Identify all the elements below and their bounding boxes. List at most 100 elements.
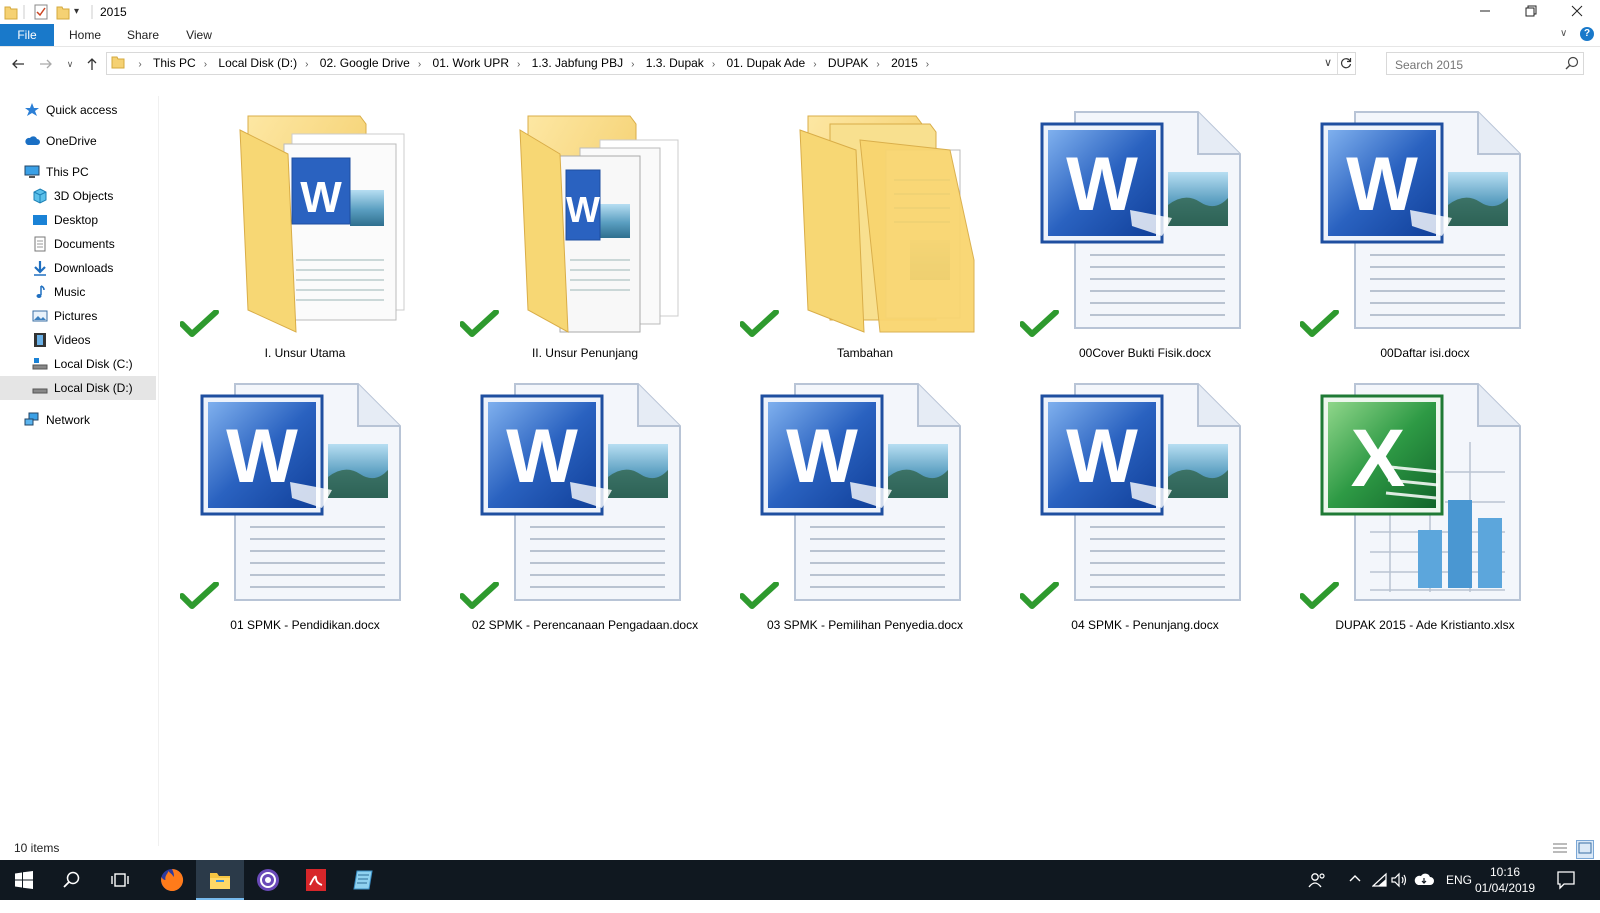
file-item-dupak-2015-xlsx[interactable]: DUPAK 2015 - Ade Kristianto.xlsx (1300, 382, 1550, 644)
sidebar-item-this-pc[interactable]: This PC (0, 160, 156, 184)
search-icon[interactable] (1565, 56, 1579, 73)
input-language[interactable]: ENG (1446, 873, 1472, 913)
file-item-00daftar-isi[interactable]: 00Daftar isi.docx (1300, 110, 1550, 372)
details-view-icon[interactable] (1552, 841, 1568, 858)
file-item-01-spmk-pendidikan[interactable]: 01 SPMK - Pendidikan.docx (180, 382, 430, 644)
minimize-button[interactable] (1462, 0, 1508, 22)
breadcrumb-separator-icon[interactable]: › (303, 54, 310, 75)
sidebar-item-pictures[interactable]: Pictures (0, 304, 156, 328)
breadcrumb: › This PC › Local Disk (D:) › 02. Google D… (107, 53, 931, 74)
breadcrumb-jabfung-pbj[interactable]: 1.3. Jabfung PBJ (526, 53, 629, 74)
breadcrumb-google-drive[interactable]: 02. Google Drive (314, 53, 416, 74)
sidebar-item-local-disk-c[interactable]: Local Disk (C:) (0, 352, 156, 376)
breadcrumb-separator-icon[interactable]: › (710, 54, 717, 75)
search-icon[interactable] (48, 860, 96, 900)
sidebar-item-onedrive[interactable]: OneDrive (0, 129, 156, 153)
sync-check-icon (1020, 310, 1060, 338)
search-input[interactable] (1393, 54, 1557, 75)
firefox-icon[interactable] (148, 860, 196, 900)
taskbar-clock[interactable]: 10:16 01/04/2019 (1470, 864, 1540, 896)
address-bar[interactable]: › This PC › Local Disk (D:) › 02. Google D… (106, 52, 1356, 75)
sidebar-item-quick-access[interactable]: Quick access (0, 98, 156, 122)
tab-view[interactable]: View (174, 24, 224, 46)
sync-check-icon (460, 310, 500, 338)
sidebar-item-music[interactable]: Music (0, 280, 156, 304)
folder-item-unsur-utama[interactable]: W I. Unsur Utama (180, 110, 430, 372)
sidebar-item-documents[interactable]: Documents (0, 232, 156, 256)
word-document-icon (480, 382, 682, 602)
breadcrumb-separator-icon[interactable]: › (629, 54, 636, 75)
breadcrumb-this-pc[interactable]: This PC (147, 53, 202, 74)
breadcrumb-work-upr[interactable]: 01. Work UPR (427, 53, 515, 74)
recent-locations-chevron-icon[interactable]: ∨ (60, 54, 80, 74)
sidebar-item-downloads[interactable]: Downloads (0, 256, 156, 280)
sync-check-icon (180, 310, 220, 338)
back-button[interactable] (8, 54, 28, 74)
customize-toolbar-chevron-icon[interactable]: ▾ (74, 6, 79, 22)
word-document-icon (1320, 110, 1522, 330)
navigation-bar: ∨ › This PC › Local Disk (D:) › 02. Google… (0, 48, 1600, 80)
folder-item-tambahan[interactable]: Tambahan (740, 110, 990, 372)
file-name: DUPAK 2015 - Ade Kristianto.xlsx (1335, 618, 1515, 632)
sidebar-item-local-disk-d[interactable]: Local Disk (D:) (0, 376, 156, 400)
sidebar-item-videos[interactable]: Videos (0, 328, 156, 352)
file-item-03-spmk-pemilihan[interactable]: 03 SPMK - Pemilihan Penyedia.docx (740, 382, 990, 644)
file-explorer-icon[interactable] (196, 860, 244, 900)
breadcrumb-separator-icon[interactable]: › (416, 54, 423, 75)
search-box[interactable] (1386, 52, 1584, 75)
breadcrumb-separator-icon[interactable]: › (924, 54, 931, 75)
folder-icon[interactable] (4, 4, 18, 20)
breadcrumb-local-disk-d[interactable]: Local Disk (D:) (212, 53, 303, 74)
tab-share[interactable]: Share (118, 24, 168, 46)
restore-button[interactable] (1508, 0, 1554, 22)
tab-home[interactable]: Home (60, 24, 110, 46)
svg-text:W: W (566, 189, 600, 230)
wifi-icon[interactable] (1371, 872, 1388, 912)
breadcrumb-dupak-ade[interactable]: 01. Dupak Ade (721, 53, 812, 74)
pdf-reader-icon[interactable] (292, 860, 340, 900)
volume-icon[interactable] (1390, 872, 1408, 912)
tab-file[interactable]: File (0, 24, 54, 46)
close-button[interactable] (1554, 0, 1600, 22)
breadcrumb-separator-icon[interactable]: › (202, 54, 209, 75)
picture-icon (32, 308, 48, 324)
folder-item-unsur-penunjang[interactable]: W II. Unsur Penunjang (460, 110, 710, 372)
document-icon (32, 236, 48, 252)
sidebar-item-3d-objects[interactable]: 3D Objects (0, 184, 156, 208)
breadcrumb-dupak[interactable]: 1.3. Dupak (640, 53, 710, 74)
sidebar-item-desktop[interactable]: Desktop (0, 208, 156, 232)
file-name: II. Unsur Penunjang (531, 346, 639, 360)
start-button[interactable] (0, 860, 48, 900)
excel-spreadsheet-icon (1320, 382, 1522, 602)
file-item-04-spmk-penunjang[interactable]: 04 SPMK - Penunjang.docx (1020, 382, 1270, 644)
help-icon[interactable]: ? (1580, 27, 1594, 41)
action-center-icon[interactable] (1556, 870, 1576, 910)
new-folder-icon[interactable] (56, 4, 70, 20)
breadcrumb-separator-icon[interactable]: › (874, 54, 881, 75)
cube-icon (32, 188, 48, 204)
show-hidden-icons-chevron-icon[interactable] (1348, 872, 1362, 912)
breadcrumb-2015[interactable]: 2015 (885, 53, 924, 74)
breadcrumb-separator-icon[interactable]: › (136, 54, 143, 75)
word-document-icon (760, 382, 962, 602)
large-icons-view-icon[interactable] (1576, 840, 1594, 859)
notes-app-icon[interactable] (340, 860, 388, 900)
onedrive-cloud-icon[interactable] (1414, 872, 1434, 912)
forward-button[interactable] (36, 54, 56, 74)
file-item-00cover-bukti-fisik[interactable]: 00Cover Bukti Fisik.docx (1020, 110, 1270, 372)
up-button[interactable] (82, 54, 102, 74)
address-history-chevron-icon[interactable]: ∨ (1319, 53, 1338, 74)
breadcrumb-separator-icon[interactable]: › (811, 54, 818, 75)
app-icon-swirl[interactable] (244, 860, 292, 900)
refresh-button[interactable] (1337, 53, 1355, 74)
sidebar-item-network[interactable]: Network (0, 408, 156, 432)
expand-ribbon-chevron-icon[interactable]: ∨ (1560, 28, 1567, 39)
task-view-icon[interactable] (96, 860, 144, 900)
breadcrumb-dupak-folder[interactable]: DUPAK (822, 53, 874, 74)
window-title: 2015 (100, 5, 127, 19)
people-icon[interactable] (1308, 872, 1326, 912)
file-item-02-spmk-perencanaan[interactable]: 02 SPMK - Perencanaan Pengadaan.docx (460, 382, 710, 644)
breadcrumb-separator-icon[interactable]: › (515, 54, 522, 75)
sync-check-icon (1300, 582, 1340, 610)
properties-checklist-icon[interactable] (34, 4, 48, 20)
